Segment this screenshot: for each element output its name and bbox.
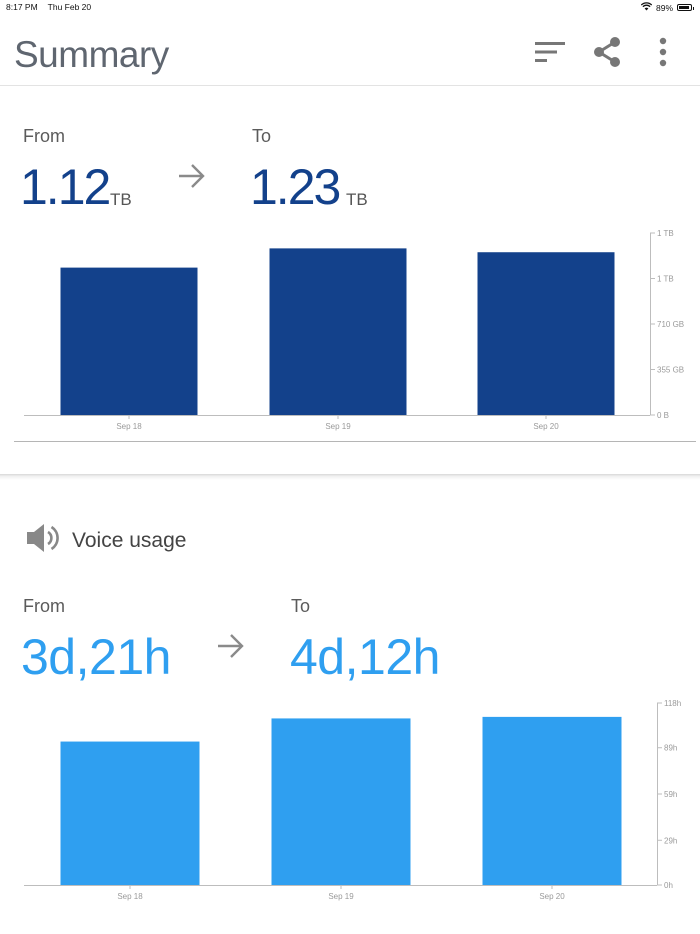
app-header: Summary xyxy=(0,14,700,86)
y-tick-label: 89h xyxy=(664,744,677,753)
battery-percent: 89% xyxy=(655,2,673,13)
y-tick-label: 118h xyxy=(664,699,681,708)
x-tick-label: Sep 19 xyxy=(325,422,351,431)
bar-sep-20 xyxy=(477,252,615,415)
status-bar: 8:17 PM Thu Feb 20 89% xyxy=(0,0,700,14)
voice-to-label: To xyxy=(291,596,311,616)
sort-icon[interactable] xyxy=(532,34,568,70)
voice-from-label: From xyxy=(23,596,65,616)
status-date: Thu Feb 20 xyxy=(47,2,92,12)
data-usage-chart: Sep 18 Sep 19 Sep 20 0 B 355 GB 710 GB 1 TB 1 T… xyxy=(24,229,684,431)
divider-line xyxy=(14,441,696,442)
voice-usage-chart: Sep 18 Sep 19 Sep 20 0h 29h 59h 89h 118h xyxy=(24,699,681,901)
voice-to-value: 4d,12h xyxy=(290,629,440,685)
bar-sep-18 xyxy=(60,267,198,415)
data-to-unit: TB xyxy=(346,190,368,209)
x-tick-label: Sep 19 xyxy=(328,892,354,901)
bar-sep-18 xyxy=(60,741,200,885)
voice-from-value: 3d,21h xyxy=(21,629,171,685)
y-tick-label: 0 B xyxy=(657,411,669,420)
x-tick-label: Sep 18 xyxy=(117,892,143,901)
data-from-value: 1.12 xyxy=(20,159,111,215)
status-time: 8:17 PM xyxy=(6,2,38,12)
share-icon[interactable] xyxy=(589,34,625,70)
page-title: Summary xyxy=(14,34,169,75)
speaker-icon xyxy=(24,522,62,559)
battery-icon xyxy=(677,4,694,11)
arrow-right-icon xyxy=(216,632,246,665)
y-tick-label: 1 TB xyxy=(657,275,674,284)
wifi-icon xyxy=(640,2,653,13)
y-tick-label: 29h xyxy=(664,836,677,845)
data-from-label: From xyxy=(23,126,65,146)
y-tick-label: 710 GB xyxy=(657,320,684,329)
y-tick-label: 1 TB xyxy=(657,229,674,238)
bar-sep-20 xyxy=(482,716,622,885)
more-vert-icon[interactable] xyxy=(645,34,681,70)
battery-fill xyxy=(679,6,689,9)
section-divider xyxy=(0,474,700,480)
status-right: 89% xyxy=(640,2,694,13)
x-tick-label: Sep 18 xyxy=(116,422,142,431)
y-tick-label: 355 GB xyxy=(657,366,684,375)
data-from-unit: TB xyxy=(110,190,132,209)
data-to-label: To xyxy=(252,126,272,146)
y-tick-label: 59h xyxy=(664,790,677,799)
voice-usage-title: Voice usage xyxy=(72,528,187,552)
bar-sep-19 xyxy=(269,248,407,415)
arrow-right-icon xyxy=(177,162,207,195)
bar-sep-19 xyxy=(271,718,411,885)
data-to-value: 1.23 xyxy=(250,159,341,215)
x-tick-label: Sep 20 xyxy=(539,892,565,901)
y-tick-label: 0h xyxy=(664,881,673,890)
voice-usage-header: Voice usage xyxy=(24,522,186,559)
x-tick-label: Sep 20 xyxy=(533,422,559,431)
status-left: 8:17 PM Thu Feb 20 xyxy=(6,2,91,12)
